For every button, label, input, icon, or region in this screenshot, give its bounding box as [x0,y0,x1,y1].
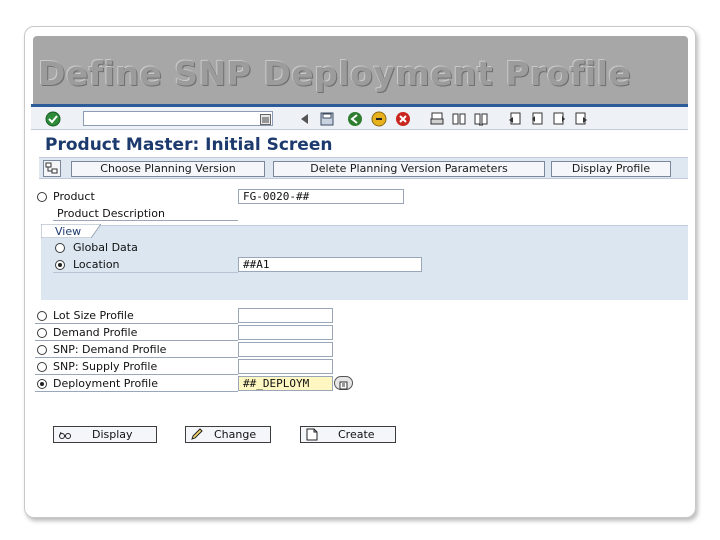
snp-demand-divider [35,357,238,358]
value-help-button[interactable] [334,376,353,390]
lot-size-profile-field[interactable] [238,308,333,323]
choose-planning-version-button[interactable]: Choose Planning Version [71,161,265,177]
display-button-label: Display [92,428,133,441]
last-page-icon[interactable] [573,111,589,127]
sap-screen: Product Master: Initial Screen Choose Pl… [31,104,688,468]
product-field[interactable]: FG-0020-## [238,189,404,204]
lot-size-divider [35,323,238,324]
snp-demand-profile-field[interactable] [238,342,333,357]
snp-supply-profile-radio[interactable] [37,362,47,372]
product-label: Product [53,190,95,203]
lot-size-profile-radio[interactable] [37,311,47,321]
location-label: Location [73,258,120,271]
application-toolbar: Choose Planning Version Delete Planning … [39,157,688,179]
demand-profile-field[interactable] [238,325,333,340]
slide-title: Define SNP Deployment Profile [38,54,632,93]
glasses-icon [59,431,71,439]
command-dropdown-icon[interactable] [260,114,271,125]
command-field[interactable] [83,111,273,126]
product-description-label: Product Description [57,207,165,220]
view-label: View [55,225,82,238]
back-icon[interactable] [297,111,313,127]
deployment-profile-field[interactable]: ##_DEPLOYM [238,376,333,391]
exit-icon[interactable] [371,111,387,127]
deployment-profile-label: Deployment Profile [53,377,158,390]
cancel-icon[interactable] [395,111,411,127]
hierarchy-icon [45,162,58,174]
save-icon[interactable] [319,111,335,127]
find-icon[interactable] [451,111,467,127]
location-divider [53,272,238,273]
selection-icon[interactable] [43,160,61,177]
value-help-icon [339,381,348,390]
green-back-icon[interactable] [347,111,363,127]
global-data-radio[interactable] [55,243,65,253]
print-icon[interactable] [429,111,445,127]
description-divider [53,220,238,221]
snp-demand-profile-label: SNP: Demand Profile [53,343,167,356]
new-document-icon [306,428,318,441]
first-page-icon[interactable] [507,111,523,127]
enter-icon[interactable] [45,111,61,127]
lot-size-profile-label: Lot Size Profile [53,309,134,322]
next-page-icon[interactable] [551,111,567,127]
product-radio[interactable] [37,192,47,202]
location-radio[interactable] [55,260,65,270]
display-profile-button[interactable]: Display Profile [551,161,671,177]
create-button[interactable]: Create [300,426,396,443]
display-button[interactable]: Display [53,426,157,443]
change-button-label: Change [214,428,257,441]
snp-supply-divider [35,374,238,375]
global-data-label: Global Data [73,241,138,254]
system-toolbar [31,104,688,130]
demand-profile-label: Demand Profile [53,326,138,339]
deployment-profile-radio[interactable] [37,379,47,389]
snp-demand-profile-radio[interactable] [37,345,47,355]
change-button[interactable]: Change [185,426,271,443]
snp-supply-profile-label: SNP: Supply Profile [53,360,158,373]
deployment-divider [35,391,238,392]
screen-title: Product Master: Initial Screen [45,135,333,155]
find-next-icon[interactable] [473,111,489,127]
demand-profile-radio[interactable] [37,328,47,338]
delete-planning-version-parameters-button[interactable]: Delete Planning Version Parameters [273,161,545,177]
location-field[interactable]: ##A1 [238,257,422,272]
snp-supply-profile-field[interactable] [238,359,333,374]
prev-page-icon[interactable] [529,111,545,127]
demand-divider [35,340,238,341]
create-button-label: Create [338,428,375,441]
pencil-icon [191,428,203,440]
